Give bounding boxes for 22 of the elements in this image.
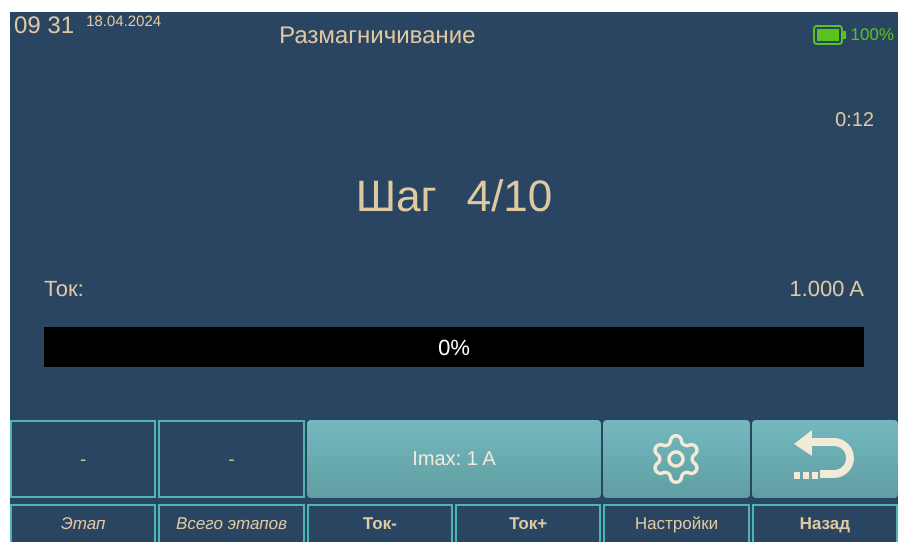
current-value: 1.000 A [789, 275, 864, 303]
function-label: Назад [752, 504, 898, 542]
elapsed-timer: 0:12 [835, 108, 874, 133]
screen-title: Размагничивание [279, 21, 476, 51]
function-label: Этап [10, 504, 156, 542]
step-label: Шаг [356, 171, 437, 223]
battery-icon [812, 24, 847, 45]
clock-time: 09 31 [14, 12, 74, 40]
function-label: Настройки [603, 504, 750, 542]
imax-button[interactable]: Imax: 1 A [306, 420, 602, 498]
function-label: Ток+ [454, 504, 602, 542]
current-label: Ток: [44, 275, 84, 303]
back-button[interactable] [752, 420, 898, 498]
progress-percentage: 0% [438, 334, 470, 362]
value-cell: - [158, 420, 305, 498]
step-counter: 4/10 [466, 171, 552, 223]
function-label: Ток- [306, 504, 453, 542]
function-label: Всего этапов [158, 504, 305, 542]
battery-percentage: 100% [850, 24, 894, 46]
value-cell: - [10, 420, 156, 498]
date-text: 18.04.2024 [86, 12, 162, 32]
settings-button[interactable] [603, 420, 750, 498]
